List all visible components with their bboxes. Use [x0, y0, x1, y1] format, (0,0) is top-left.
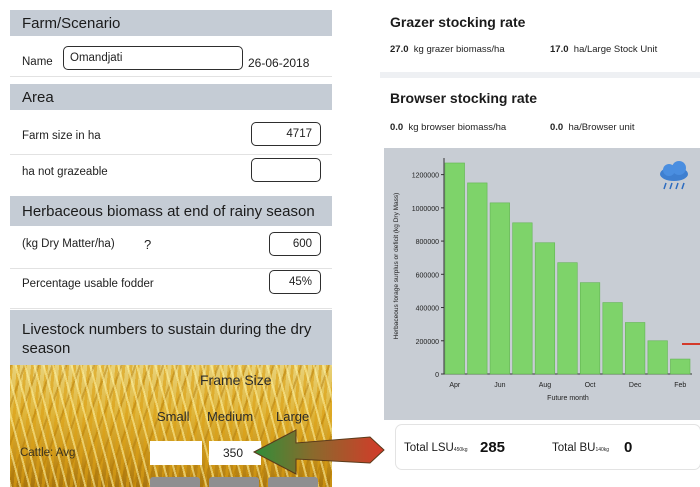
app-window: Farm/Scenario Name Omandjati 26-06-2018 … [0, 0, 700, 487]
left-arrow-icon [252, 429, 385, 475]
annotation-arrow-overlay [252, 429, 385, 475]
